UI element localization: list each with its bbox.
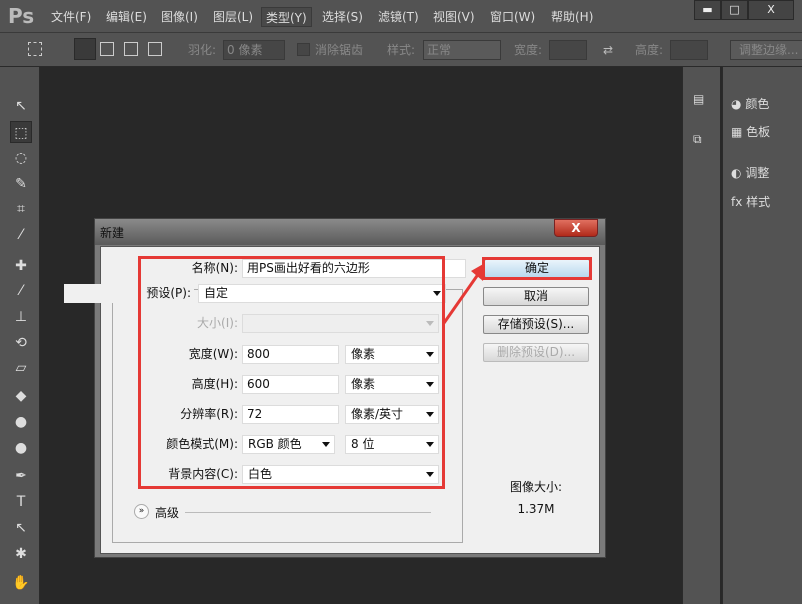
width-label: 宽度: <box>514 43 543 57</box>
brush-tool-icon[interactable]: ⁄ <box>10 280 32 302</box>
arrow-annotation-icon <box>442 263 485 324</box>
styles-panel-tab[interactable]: fx 样式 <box>731 193 770 210</box>
style-label: 样式: <box>387 43 416 57</box>
panel-label: 样式 <box>746 195 771 209</box>
highlight-box <box>138 256 445 489</box>
intersect-selection-icon[interactable] <box>148 42 162 56</box>
path-select-tool-icon[interactable]: ↖ <box>10 517 32 539</box>
grid-icon: ▦ <box>731 125 743 139</box>
menu-image[interactable]: 图像(I) <box>157 7 202 27</box>
dialog-close-button[interactable]: X <box>554 219 598 237</box>
palette-icon: ◕ <box>731 97 742 111</box>
quick-select-tool-icon[interactable]: ✎ <box>10 173 32 195</box>
menu-filter[interactable]: 滤镜(T) <box>374 7 423 27</box>
refine-edge-button[interactable]: 调整边缘... <box>730 40 802 60</box>
panel-label: 色板 <box>746 125 771 139</box>
feather-input[interactable]: 0 像素 <box>223 40 285 60</box>
eraser-tool-icon[interactable]: ▱ <box>10 357 32 379</box>
width-input[interactable] <box>549 40 587 60</box>
new-selection-icon[interactable] <box>74 38 96 60</box>
cancel-button[interactable]: 取消 <box>483 287 589 306</box>
dialog-body: 名称(N): 用PS画出好看的六边形 预设(P): 自定 大小(I): 宽度(W… <box>64 246 600 554</box>
add-selection-icon[interactable] <box>100 42 114 56</box>
close-button[interactable]: X <box>748 0 794 20</box>
eyedropper-tool-icon[interactable]: ⁄ <box>10 224 32 246</box>
type-tool-icon[interactable]: T <box>10 491 32 513</box>
minimize-button[interactable]: ▬ <box>694 0 721 20</box>
subtract-selection-icon[interactable] <box>124 42 138 56</box>
image-size-label: 图像大小: <box>509 480 563 494</box>
pen-tool-icon[interactable]: ✒ <box>10 465 32 487</box>
marquee-tool-icon[interactable]: ⬚ <box>10 121 32 143</box>
advanced-divider <box>185 512 431 513</box>
expand-chevron-icon[interactable]: » <box>134 504 149 519</box>
dialog-title: 新建 <box>100 226 125 240</box>
healing-tool-icon[interactable]: ✚ <box>10 255 32 277</box>
ps-logo: Ps <box>8 4 35 28</box>
crop-tool-icon[interactable]: ⌗ <box>10 198 32 220</box>
height-input[interactable] <box>670 40 708 60</box>
panel-dock-collapsed: ▤ ⧉ <box>682 67 720 604</box>
swap-icon[interactable]: ⇄ <box>603 41 613 59</box>
delete-preset-button[interactable]: 删除预设(D)... <box>483 343 589 362</box>
adjustments-panel-tab[interactable]: ◐ 调整 <box>731 164 769 181</box>
toolbox: ↖ ⬚ ◌ ✎ ⌗ ⁄ ✚ ⁄ ⊥ ⟲ ▱ ◆ ● ● ✒ T ↖ ✱ ✋ <box>0 67 40 604</box>
bucket-tool-icon[interactable]: ◆ <box>10 385 32 407</box>
menu-select[interactable]: 选择(S) <box>318 7 367 27</box>
dodge-tool-icon[interactable]: ● <box>10 437 32 459</box>
dialog-titlebar: 新建 X <box>95 219 605 245</box>
fx-icon: fx <box>731 195 743 209</box>
panel-label: 颜色 <box>745 97 770 111</box>
new-document-dialog: 新建 X 名称(N): 用PS画出好看的六边形 预设(P): 自定 大小(I):… <box>64 218 606 558</box>
color-panel-tab[interactable]: ◕ 颜色 <box>731 95 769 112</box>
lasso-tool-icon[interactable]: ◌ <box>10 147 32 169</box>
half-circle-icon: ◐ <box>731 166 742 180</box>
ok-highlight-box <box>482 257 592 280</box>
move-tool-icon[interactable]: ↖ <box>10 95 32 117</box>
menu-view[interactable]: 视图(V) <box>429 7 479 27</box>
menu-file[interactable]: 文件(F) <box>47 7 95 27</box>
swatches-panel-tab[interactable]: ▦ 色板 <box>731 123 770 140</box>
feather-label: 羽化: <box>188 43 217 57</box>
save-preset-button[interactable]: 存储预设(S)... <box>483 315 589 334</box>
menu-edit[interactable]: 编辑(E) <box>102 7 151 27</box>
history-panel-icon[interactable]: ▤ <box>693 92 704 106</box>
properties-panel-icon[interactable]: ⧉ <box>693 132 702 147</box>
advanced-label[interactable]: 高级 <box>155 504 179 521</box>
blur-tool-icon[interactable]: ● <box>10 411 32 433</box>
height-label: 高度: <box>635 43 664 57</box>
antialias-label: 消除锯齿 <box>315 43 364 57</box>
marquee-icon[interactable] <box>28 42 42 56</box>
menu-bar: Ps 文件(F) 编辑(E) 图像(I) 图层(L) 类型(Y) 选择(S) 滤… <box>0 0 802 33</box>
menu-window[interactable]: 窗口(W) <box>486 7 539 27</box>
options-bar: 羽化: 0 像素 消除锯齿 样式: 正常 宽度: ⇄ 高度: 调整边缘... <box>0 33 802 67</box>
menu-layer[interactable]: 图层(L) <box>209 7 257 27</box>
image-size-value: 1.37M <box>517 502 555 516</box>
menu-help[interactable]: 帮助(H) <box>547 7 597 27</box>
panel-label: 调整 <box>745 166 770 180</box>
style-select[interactable]: 正常 <box>423 40 501 60</box>
antialias-checkbox[interactable] <box>297 43 310 56</box>
maximize-button[interactable]: □ <box>721 0 748 20</box>
menu-type[interactable]: 类型(Y) <box>261 7 312 27</box>
stamp-tool-icon[interactable]: ⊥ <box>10 306 32 328</box>
history-brush-tool-icon[interactable]: ⟲ <box>10 332 32 354</box>
shape-tool-icon[interactable]: ✱ <box>10 543 32 565</box>
hand-tool-icon[interactable]: ✋ <box>10 572 32 594</box>
panel-dock: ◕ 颜色 ▦ 色板 ◐ 调整 fx 样式 <box>722 67 802 604</box>
